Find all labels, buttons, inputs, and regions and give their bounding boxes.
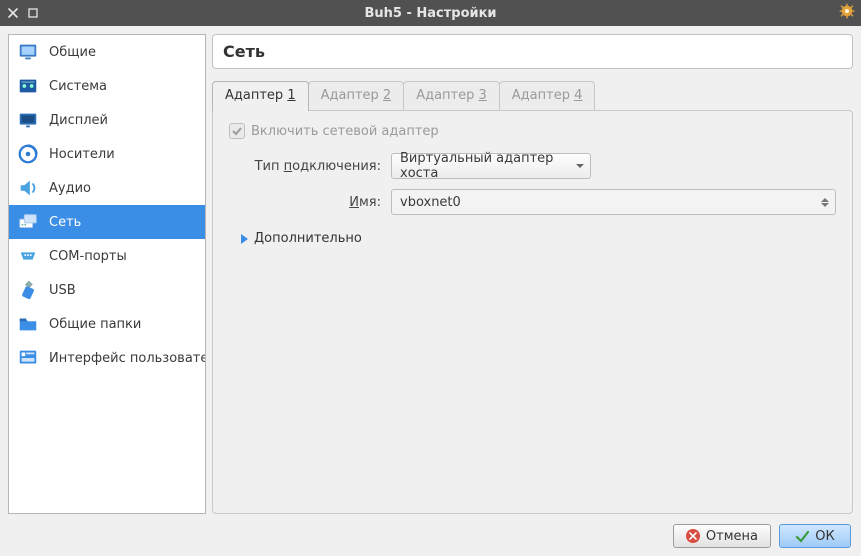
enable-adapter-checkbox[interactable]: Включить сетевой адаптер [229, 123, 836, 139]
sidebar-item-label: Дисплей [49, 113, 108, 128]
audio-icon [17, 177, 39, 199]
sidebar-item-label: Носители [49, 147, 115, 162]
ui-icon [17, 347, 39, 369]
tab-adapter-3[interactable]: Адаптер 3 [403, 81, 500, 111]
chevron-down-icon [574, 164, 586, 168]
ok-label: ОК [815, 529, 834, 544]
name-select[interactable]: vboxnet0 [391, 189, 836, 215]
ok-icon [795, 529, 809, 543]
titlebar: Buh5 - Настройки [0, 0, 861, 26]
sidebar-item-ui[interactable]: Интерфейс пользователя [9, 341, 205, 375]
sidebar-item-label: Общие папки [49, 317, 141, 332]
sidebar-item-serial[interactable]: COM-порты [9, 239, 205, 273]
sidebar-item-display[interactable]: Дисплей [9, 103, 205, 137]
sidebar-item-label: Аудио [49, 181, 91, 196]
cancel-button[interactable]: Отмена [673, 524, 771, 548]
tabbar: Адаптер 1 Адаптер 2 Адаптер 3 Адаптер 4 [212, 81, 853, 111]
sidebar-item-label: USB [49, 283, 76, 298]
sidebar-item-usb[interactable]: USB [9, 273, 205, 307]
display-icon [17, 109, 39, 131]
serial-icon [17, 245, 39, 267]
folder-icon [17, 313, 39, 335]
name-label: Имя: [241, 195, 381, 210]
enable-adapter-label: Включить сетевой адаптер [251, 124, 439, 139]
sidebar-item-shared-folders[interactable]: Общие папки [9, 307, 205, 341]
attached-to-select[interactable]: Виртуальный адаптер хоста [391, 153, 591, 179]
ok-button[interactable]: ОК [779, 524, 851, 548]
tab-adapter-4[interactable]: Адаптер 4 [499, 81, 596, 111]
close-icon[interactable] [6, 6, 20, 20]
sidebar-item-system[interactable]: Система [9, 69, 205, 103]
general-icon [17, 41, 39, 63]
tab-adapter-2[interactable]: Адаптер 2 [308, 81, 405, 111]
panel-heading: Сеть [223, 42, 265, 61]
heading-frame: Сеть [212, 34, 853, 69]
window-body: Общие Система Дисплей Носи [0, 26, 861, 556]
triangle-right-icon [241, 234, 248, 244]
spinner-icon [819, 198, 831, 207]
usb-icon [17, 279, 39, 301]
storage-icon [17, 143, 39, 165]
sidebar: Общие Система Дисплей Носи [8, 34, 206, 514]
sidebar-item-storage[interactable]: Носители [9, 137, 205, 171]
advanced-toggle[interactable]: Дополнительно [229, 231, 836, 246]
attached-to-label: Тип подключения: [241, 159, 381, 174]
system-icon [17, 75, 39, 97]
sidebar-item-label: Общие [49, 45, 96, 60]
tab-adapter-1[interactable]: Адаптер 1 [212, 81, 309, 111]
advanced-label: Дополнительно [254, 231, 362, 246]
attached-to-value: Виртуальный адаптер хоста [400, 151, 574, 181]
checkbox-icon [229, 123, 245, 139]
name-value: vboxnet0 [400, 195, 461, 210]
cancel-icon [686, 529, 700, 543]
main-panel: Сеть Адаптер 1 Адаптер 2 Адаптер 3 Адапт… [212, 34, 853, 514]
dialog-footer: Отмена ОК [0, 518, 861, 556]
tab-panel: Включить сетевой адаптер Тип подключения… [212, 110, 853, 514]
network-icon [17, 211, 39, 233]
cancel-label: Отмена [706, 529, 758, 544]
sidebar-item-general[interactable]: Общие [9, 35, 205, 69]
sidebar-item-network[interactable]: Сеть [9, 205, 205, 239]
window-title: Buh5 - Настройки [0, 6, 861, 21]
gear-icon[interactable] [839, 3, 855, 23]
sidebar-item-label: Сеть [49, 215, 81, 230]
sidebar-item-label: Система [49, 79, 107, 94]
sidebar-item-label: COM-порты [49, 249, 127, 264]
sidebar-item-audio[interactable]: Аудио [9, 171, 205, 205]
maximize-icon[interactable] [26, 6, 40, 20]
sidebar-item-label: Интерфейс пользователя [49, 351, 206, 366]
